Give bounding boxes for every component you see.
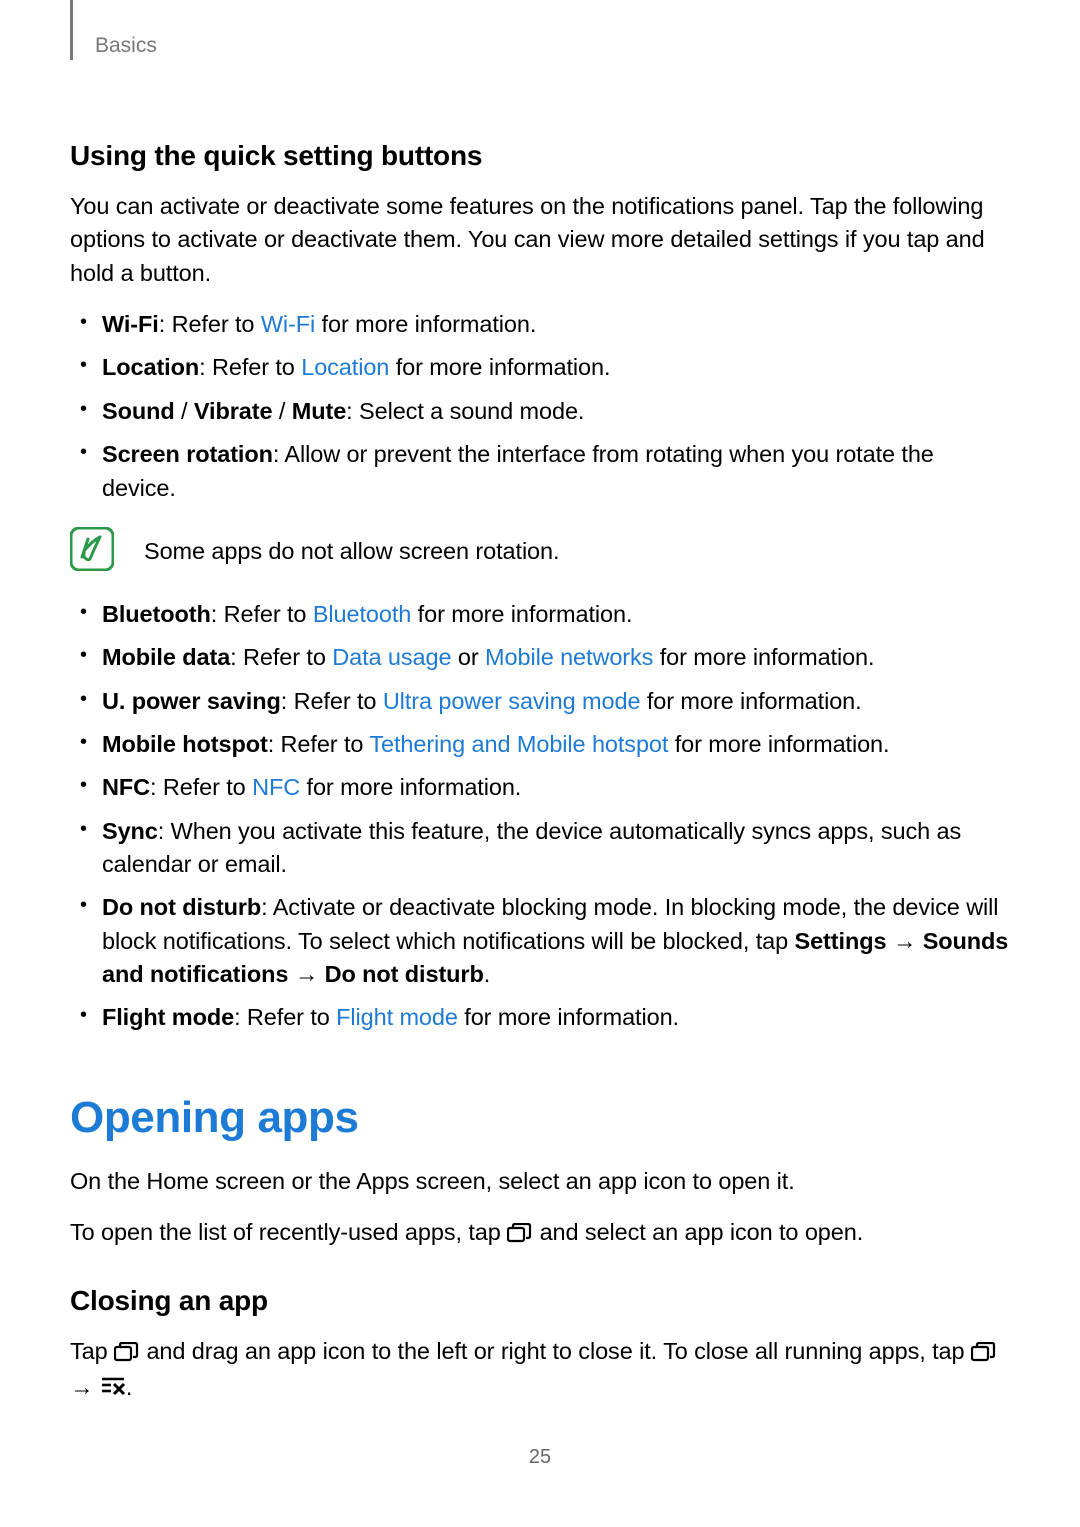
heading-opening-apps: Opening apps (70, 1093, 1010, 1143)
list-item: Location: Refer to Location for more inf… (102, 351, 1010, 384)
link-flight-mode[interactable]: Flight mode (336, 1004, 458, 1030)
item-label-settings: Settings (795, 928, 887, 954)
heading-closing-app: Closing an app (70, 1285, 1010, 1317)
item-text: for more information. (389, 354, 610, 380)
item-sep: / (272, 398, 291, 424)
item-label: Bluetooth (102, 601, 211, 627)
recent-apps-icon (971, 1338, 997, 1371)
item-label: Vibrate (194, 398, 273, 424)
paragraph-opening-2: To open the list of recently-used apps, … (70, 1216, 1010, 1252)
link-nfc[interactable]: NFC (252, 774, 300, 800)
item-text: for more information. (653, 644, 874, 670)
list-item: U. power saving: Refer to Ultra power sa… (102, 685, 1010, 718)
item-text: for more information. (315, 311, 536, 337)
list-item: Flight mode: Refer to Flight mode for mo… (102, 1001, 1010, 1034)
item-text: : Refer to (199, 354, 301, 380)
paragraph-text: and drag an app icon to the left or righ… (140, 1338, 971, 1364)
item-label: Sound (102, 398, 175, 424)
item-label: Mobile hotspot (102, 731, 268, 757)
list-item: Wi-Fi: Refer to Wi-Fi for more informati… (102, 308, 1010, 341)
breadcrumb: Basics (95, 34, 157, 58)
item-text: : Refer to (268, 731, 370, 757)
list-item: Sound / Vibrate / Mute: Select a sound m… (102, 395, 1010, 428)
page-number: 25 (0, 1446, 1080, 1469)
item-label-dnd: Do not disturb (325, 961, 484, 987)
link-ultra-power-saving[interactable]: Ultra power saving mode (383, 688, 641, 714)
heading-quick-settings: Using the quick setting buttons (70, 140, 1010, 172)
item-text: : When you activate this feature, the de… (102, 818, 961, 877)
item-text: : Refer to (211, 601, 313, 627)
item-label: Location (102, 354, 199, 380)
link-location[interactable]: Location (301, 354, 389, 380)
link-bluetooth[interactable]: Bluetooth (313, 601, 411, 627)
item-text: for more information. (668, 731, 889, 757)
list-item: Sync: When you activate this feature, th… (102, 815, 1010, 882)
list-item: Mobile data: Refer to Data usage or Mobi… (102, 641, 1010, 674)
item-text: → (886, 928, 922, 954)
item-label: Screen rotation (102, 441, 273, 467)
list-item: Mobile hotspot: Refer to Tethering and M… (102, 728, 1010, 761)
item-text: for more information. (411, 601, 632, 627)
paragraph-opening-1: On the Home screen or the Apps screen, s… (70, 1165, 1010, 1198)
item-text: : Refer to (150, 774, 252, 800)
recent-apps-icon (114, 1338, 140, 1371)
list-item: Screen rotation: Allow or prevent the in… (102, 438, 1010, 505)
item-label: Mobile data (102, 644, 230, 670)
item-text: for more information. (458, 1004, 679, 1030)
item-text: . (484, 961, 490, 987)
paragraph-closing: Tap and drag an app icon to the left or … (70, 1335, 1010, 1408)
item-text: : Refer to (281, 688, 383, 714)
item-label: U. power saving (102, 688, 281, 714)
paragraph-text: and select an app icon to open. (533, 1219, 863, 1245)
paragraph-text: → (70, 1374, 100, 1400)
item-label: NFC (102, 774, 150, 800)
recent-apps-icon (507, 1219, 533, 1252)
item-text: → (288, 961, 324, 987)
item-text: for more information. (300, 774, 521, 800)
link-mobile-networks[interactable]: Mobile networks (485, 644, 653, 670)
item-label: Sync (102, 818, 158, 844)
list-item: NFC: Refer to NFC for more information. (102, 771, 1010, 804)
item-label: Mute (292, 398, 346, 424)
link-wifi[interactable]: Wi-Fi (261, 311, 315, 337)
paragraph-quick-intro: You can activate or deactivate some feat… (70, 190, 1010, 290)
note-text: Some apps do not allow screen rotation. (144, 535, 559, 568)
item-label: Do not disturb (102, 894, 261, 920)
item-sep: / (175, 398, 194, 424)
link-tethering-hotspot[interactable]: Tethering and Mobile hotspot (369, 731, 668, 757)
link-data-usage[interactable]: Data usage (332, 644, 451, 670)
paragraph-text: . (126, 1374, 132, 1400)
item-text: or (451, 644, 485, 670)
item-text: : Refer to (234, 1004, 336, 1030)
item-text: : Refer to (230, 644, 332, 670)
item-label: Wi-Fi (102, 311, 159, 337)
paragraph-text: Tap (70, 1338, 114, 1364)
item-text: : Refer to (159, 311, 261, 337)
close-all-icon (100, 1374, 126, 1407)
item-text: for more information. (640, 688, 861, 714)
note-icon (70, 527, 114, 576)
paragraph-text: To open the list of recently-used apps, … (70, 1219, 507, 1245)
list-item: Do not disturb: Activate or deactivate b… (102, 891, 1010, 991)
list-item: Bluetooth: Refer to Bluetooth for more i… (102, 598, 1010, 631)
item-text: : Select a sound mode. (346, 398, 584, 424)
item-label: Flight mode (102, 1004, 234, 1030)
